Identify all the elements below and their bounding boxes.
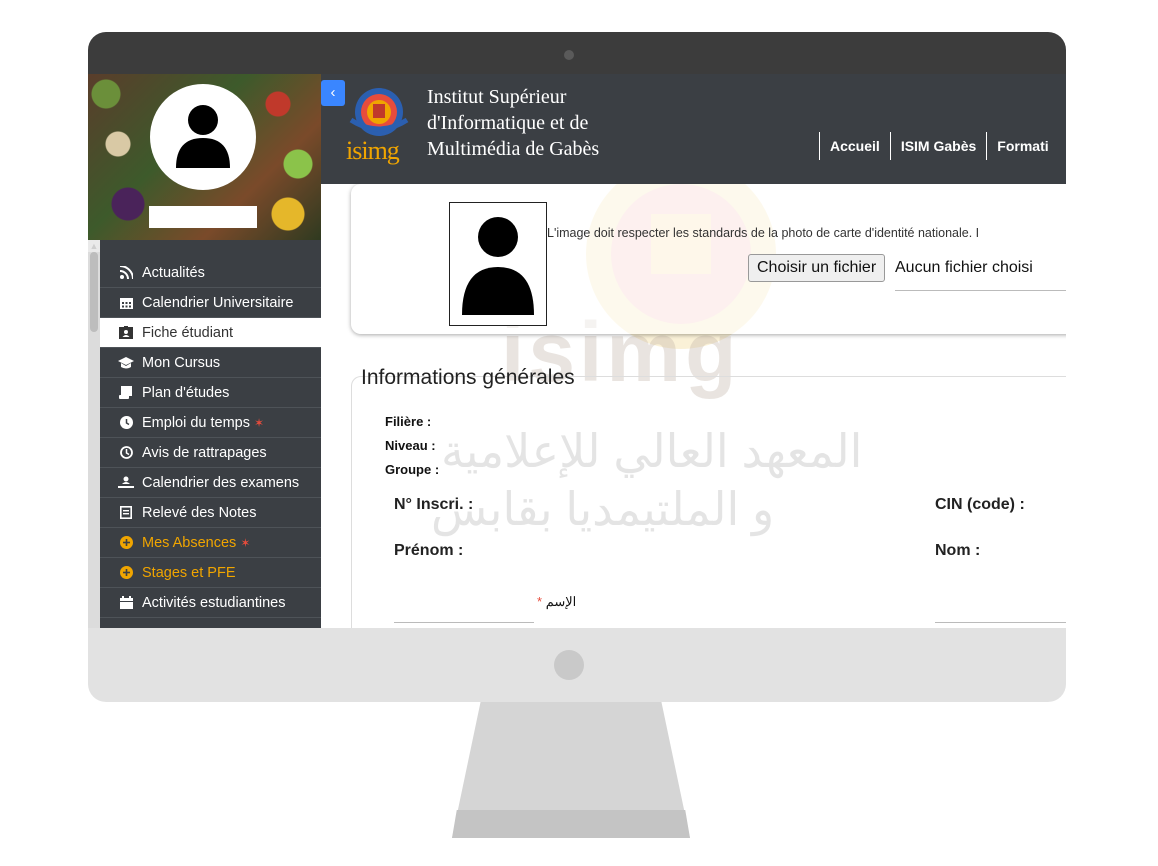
new-badge-icon: ✶	[240, 535, 251, 550]
student-photo	[449, 202, 547, 326]
exam-icon	[116, 476, 136, 489]
monitor-top	[88, 32, 1066, 74]
institute-name-line: d'Informatique et de	[427, 112, 589, 134]
sidebar-item-plan-etudes[interactable]: Plan d'études	[100, 378, 321, 408]
sidebar-item-label: Calendrier des examens	[142, 474, 300, 491]
top-nav: Accueil ISIM Gabès Formati	[819, 132, 1059, 160]
file-input-underline	[895, 290, 1066, 291]
sidebar-item-label: Plan d'études	[142, 384, 230, 401]
institute-name-line: Multimédia de Gabès	[427, 138, 600, 160]
chevron-left-icon: ‹	[330, 84, 336, 101]
sidebar-item-label: Calendrier Universitaire	[142, 294, 294, 311]
sidebar-item-label: Activités estudiantines	[142, 594, 286, 611]
sidebar-item-emploi-du-temps[interactable]: Emploi du temps ✶	[100, 408, 321, 438]
nom-input[interactable]	[935, 622, 1066, 623]
clock-icon	[116, 416, 136, 429]
groupe-label: Groupe :	[385, 462, 440, 477]
nom-label: Nom :	[935, 542, 981, 559]
new-badge-icon: ✶	[254, 415, 265, 430]
sidebar-item-label: Mes Absences	[142, 534, 237, 551]
sidebar-item-calendrier-examens[interactable]: Calendrier des examens	[100, 468, 321, 498]
avatar[interactable]	[150, 84, 256, 190]
sidebar-item-mon-cursus[interactable]: Mon Cursus	[100, 348, 321, 378]
scroll-icon	[116, 386, 136, 399]
id-card-icon	[116, 326, 136, 339]
sidebar-item-stages-pfe[interactable]: Stages et PFE	[100, 558, 321, 588]
main-content: isimg المعهد العالي للإعلامية و الملتيمد…	[321, 184, 1066, 628]
sidebar-item-label: Fiche étudiant	[142, 324, 234, 341]
photo-upload-card: L'image doit respecter les standards de …	[351, 184, 1066, 334]
camera-icon	[564, 50, 574, 60]
sidebar: ▲ Actualités Calendrier Universitaire Fi…	[88, 74, 321, 628]
calendar-check-icon	[116, 596, 136, 609]
cin-label: CIN (code) :	[935, 496, 1025, 513]
sidebar-item-label: Avis de rattrapages	[142, 444, 267, 461]
sidebar-item-activites-estudiantines[interactable]: Activités estudiantines	[100, 588, 321, 618]
graduation-cap-icon	[116, 356, 136, 369]
sidebar-item-label: Stages et PFE	[142, 564, 236, 581]
nav-isim-gabes[interactable]: ISIM Gabès	[889, 132, 986, 160]
nav-formation[interactable]: Formati	[986, 132, 1058, 160]
sidebar-item-label: Emploi du temps	[142, 414, 250, 431]
photo-hint: L'image doit respecter les standards de …	[547, 226, 980, 240]
institute-name-line: Institut Supérieur	[427, 86, 567, 108]
sidebar-item-avis-rattrapages[interactable]: Avis de rattrapages	[100, 438, 321, 468]
sidebar-menu: Actualités Calendrier Universitaire Fich…	[100, 258, 321, 618]
prenom-input[interactable]	[394, 622, 534, 623]
monitor-stand-base	[452, 810, 690, 838]
niveau-label: Niveau :	[385, 438, 436, 453]
file-status: Aucun fichier choisi	[895, 259, 1033, 276]
inscri-label: N° Inscri. :	[394, 496, 474, 513]
rss-icon	[116, 266, 136, 279]
plus-circle-icon	[116, 566, 136, 579]
sidebar-item-label: Mon Cursus	[142, 354, 221, 371]
calendar-icon	[116, 296, 136, 309]
sidebar-item-calendrier-universitaire[interactable]: Calendrier Universitaire	[100, 288, 321, 318]
screen: ▲ Actualités Calendrier Universitaire Fi…	[88, 74, 1066, 628]
section-title: Informations générales	[361, 366, 575, 389]
arabic-name-text: الإسم	[545, 594, 577, 609]
sidebar-item-label: Relevé des Notes	[142, 504, 257, 521]
user-name-bar	[149, 206, 257, 228]
choose-file-button[interactable]: Choisir un fichier	[748, 254, 886, 282]
sidebar-collapse-button[interactable]: ‹	[321, 80, 345, 106]
profile-banner	[88, 74, 321, 240]
monitor-button	[554, 650, 584, 680]
clock-outline-icon	[116, 446, 136, 459]
filiere-label: Filière :	[385, 414, 432, 429]
site-header: isimg Institut Supérieur d'Informatique …	[321, 74, 1066, 184]
sidebar-scroll-thumb[interactable]	[90, 252, 98, 332]
sidebar-item-label: Actualités	[142, 264, 205, 281]
logo-text: isimg	[346, 136, 400, 165]
prenom-label: Prénom :	[394, 542, 464, 559]
plus-circle-icon	[116, 536, 136, 549]
sidebar-item-fiche-etudiant[interactable]: Fiche étudiant	[100, 318, 321, 348]
sidebar-item-actualites[interactable]: Actualités	[100, 258, 321, 288]
sidebar-item-mes-absences[interactable]: Mes Absences ✶	[100, 528, 321, 558]
institute-name[interactable]: Institut Supérieur d'Informatique et de …	[427, 84, 599, 162]
document-icon	[116, 506, 136, 519]
nav-accueil[interactable]: Accueil	[819, 132, 890, 160]
sidebar-item-releve-notes[interactable]: Relevé des Notes	[100, 498, 321, 528]
scroll-up-icon[interactable]: ▲	[88, 240, 100, 252]
required-mark: *	[537, 594, 543, 609]
arabic-name-label: الإسم *	[537, 594, 576, 610]
